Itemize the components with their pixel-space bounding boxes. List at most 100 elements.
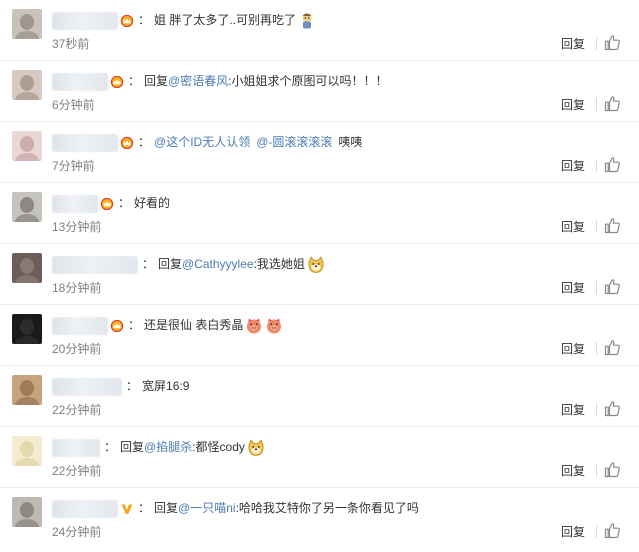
username-blurred[interactable]: [52, 11, 118, 30]
vip-v-icon: [120, 503, 134, 515]
user-avatar[interactable]: [12, 9, 42, 39]
name-colon: ：: [138, 13, 151, 27]
comment-time: 6分钟前: [52, 98, 95, 112]
action-divider: [596, 159, 597, 172]
reply-button[interactable]: 回复: [561, 524, 585, 540]
comment-item: ：回复@掐腿杀:都怪cody 22分钟前 回复: [0, 427, 639, 488]
crown-icon: [120, 136, 134, 149]
thumb-up-icon[interactable]: [604, 461, 621, 478]
thumb-up-icon[interactable]: [604, 339, 621, 356]
username-blurred[interactable]: [52, 255, 138, 274]
comment-time: 13分钟前: [52, 220, 102, 234]
reply-button[interactable]: 回复: [561, 97, 585, 113]
comment-time: 18分钟前: [52, 281, 102, 295]
thumb-up-icon[interactable]: [604, 156, 621, 173]
action-divider: [596, 342, 597, 355]
comment-text: 回复: [144, 74, 169, 88]
user-avatar[interactable]: [12, 314, 42, 344]
doge-emoji: [247, 439, 265, 457]
comment-text: 好看的: [134, 196, 171, 210]
doll-emoji: [298, 12, 316, 30]
mention-link[interactable]: @Cathyyylee: [182, 257, 254, 271]
comment-time: 37秒前: [52, 37, 90, 51]
comment-item: ：回复@一只喵ni:哈哈我艾特你了另一条你看见了吗 24分钟前 回复: [0, 488, 639, 549]
user-avatar[interactable]: [12, 70, 42, 100]
name-colon: ：: [118, 196, 131, 210]
reply-button[interactable]: 回复: [561, 158, 585, 174]
reply-button[interactable]: 回复: [561, 36, 585, 52]
comment-item: ：回复@密语春风:小姐姐求个原图可以吗！！！ 6分钟前 回复: [0, 61, 639, 122]
user-avatar[interactable]: [12, 131, 42, 161]
comment-text: :我选她姐: [253, 257, 305, 271]
comment-time: 7分钟前: [52, 159, 95, 173]
reply-button[interactable]: 回复: [561, 219, 585, 235]
action-divider: [596, 464, 597, 477]
comment-text: 咦咦: [338, 135, 363, 149]
action-divider: [596, 98, 597, 111]
name-colon: ：: [126, 379, 139, 393]
comment-item: ： @这个ID无人认领 @-圆滚滚滚滚 咦咦 7分钟前 回复: [0, 122, 639, 183]
comment-line: ：好看的: [52, 193, 629, 213]
mention-link[interactable]: @密语春风: [168, 74, 228, 88]
crown-icon: [110, 319, 124, 332]
user-avatar[interactable]: [12, 192, 42, 222]
reply-button[interactable]: 回复: [561, 463, 585, 479]
thumb-up-icon[interactable]: [604, 400, 621, 417]
thumb-up-icon[interactable]: [604, 34, 621, 51]
username-blurred[interactable]: [52, 316, 108, 335]
comment-text: 回复: [120, 440, 145, 454]
name-colon: ：: [142, 257, 155, 271]
name-colon: ：: [138, 135, 151, 149]
comment-item: ：宽屏16:9 22分钟前 回复: [0, 366, 639, 427]
username-blurred[interactable]: [52, 438, 100, 457]
reply-button[interactable]: 回复: [561, 402, 585, 418]
comment-line: ：宽屏16:9: [52, 376, 629, 396]
pig-emoji: [245, 317, 263, 335]
thumb-up-icon[interactable]: [604, 522, 621, 539]
comment-line: ：还是很仙 表白秀晶: [52, 315, 629, 335]
comment-text: :哈哈我艾特你了另一条你看见了吗: [235, 501, 419, 515]
comment-item: ：回复@Cathyyylee:我选她姐 18分钟前 回复: [0, 244, 639, 305]
thumb-up-icon[interactable]: [604, 278, 621, 295]
reply-button[interactable]: 回复: [561, 341, 585, 357]
comment-text: 回复: [158, 257, 183, 271]
comment-time: 20分钟前: [52, 342, 102, 356]
pig-emoji: [265, 317, 283, 335]
reply-button[interactable]: 回复: [561, 280, 585, 296]
comment-line: ：回复@一只喵ni:哈哈我艾特你了另一条你看见了吗: [52, 498, 629, 518]
user-avatar[interactable]: [12, 253, 42, 283]
thumb-up-icon[interactable]: [604, 217, 621, 234]
thumb-up-icon[interactable]: [604, 95, 621, 112]
comment-list: ：姐 胖了太多了..可别再吃了 37秒前 回复：回复@密语春风:小姐姐求个原图可以吗…: [0, 0, 639, 549]
mention-link[interactable]: @-圆滚滚滚滚: [256, 135, 332, 149]
comment-line: ：回复@掐腿杀:都怪cody: [52, 437, 629, 457]
comment-text: :小姐姐求个原图可以吗！！！: [228, 74, 388, 88]
comment-item: ：姐 胖了太多了..可别再吃了 37秒前 回复: [0, 0, 639, 61]
username-blurred[interactable]: [52, 499, 118, 518]
comment-text: 宽屏16:9: [142, 379, 190, 393]
crown-icon: [100, 197, 114, 210]
name-colon: ：: [104, 440, 117, 454]
comment-time: 22分钟前: [52, 464, 102, 478]
username-blurred[interactable]: [52, 133, 118, 152]
comment-line: ：回复@Cathyyylee:我选她姐: [52, 254, 629, 274]
comment-text: 还是很仙 表白秀晶: [144, 318, 244, 332]
action-divider: [596, 525, 597, 538]
username-blurred[interactable]: [52, 194, 98, 213]
comment-item: ：好看的 13分钟前 回复: [0, 183, 639, 244]
user-avatar[interactable]: [12, 436, 42, 466]
action-divider: [596, 37, 597, 50]
comment-text: 姐 胖了太多了..可别再吃了: [154, 13, 297, 27]
mention-link[interactable]: @掐腿杀: [144, 440, 192, 454]
doge-emoji: [307, 256, 325, 274]
mention-link[interactable]: @这个ID无人认领: [154, 135, 250, 149]
username-blurred[interactable]: [52, 72, 108, 91]
user-avatar[interactable]: [12, 497, 42, 527]
comment-text: :都怪cody: [192, 440, 245, 454]
comment-time: 24分钟前: [52, 525, 102, 539]
mention-link[interactable]: @一只喵ni: [178, 501, 236, 515]
user-avatar[interactable]: [12, 375, 42, 405]
action-divider: [596, 220, 597, 233]
username-blurred[interactable]: [52, 377, 122, 396]
name-colon: ：: [128, 318, 141, 332]
